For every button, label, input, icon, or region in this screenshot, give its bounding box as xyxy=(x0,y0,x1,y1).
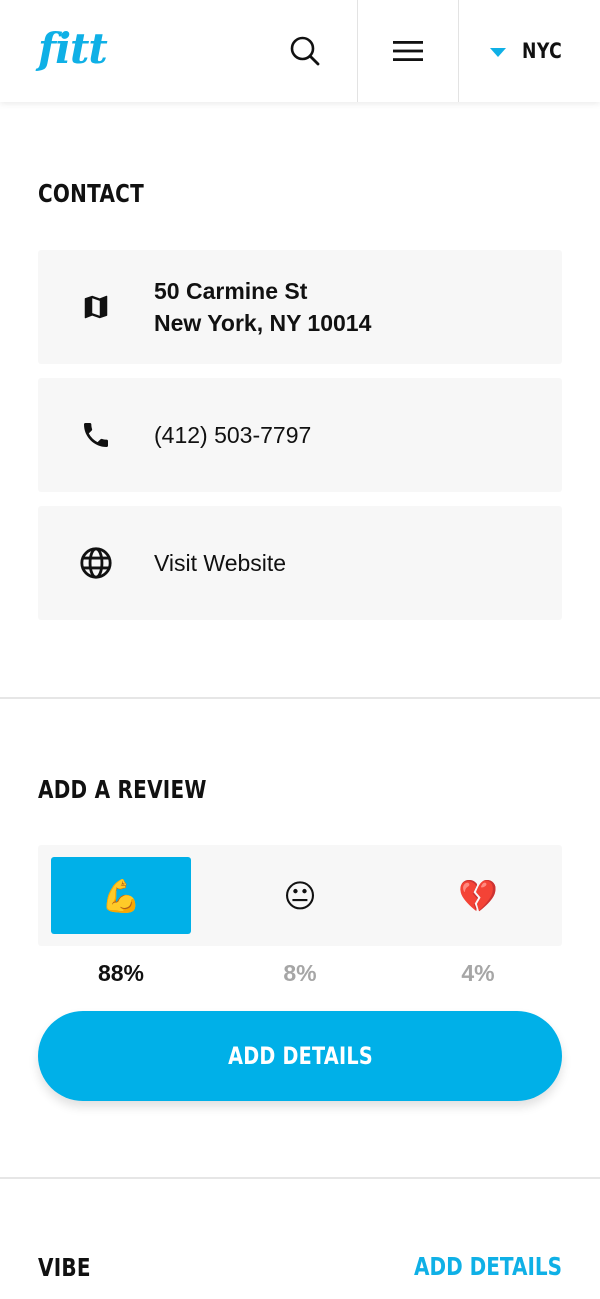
neutral-face-icon: 😐 xyxy=(283,877,317,914)
phone-icon xyxy=(78,417,114,453)
add-review-heading: ADD A REVIEW xyxy=(38,775,207,804)
website-link[interactable]: Visit Website xyxy=(154,547,286,579)
website-card[interactable]: Visit Website xyxy=(38,506,562,620)
address-card[interactable]: 50 Carmine St New York, NY 10014 xyxy=(38,250,562,364)
search-button[interactable] xyxy=(254,0,356,102)
city-selector[interactable]: NYC xyxy=(460,0,600,102)
percent-broken-heart: 4% xyxy=(461,960,495,986)
menu-button[interactable] xyxy=(357,0,459,102)
review-option-strong[interactable]: 💪 xyxy=(51,857,191,934)
top-header: fitt NYC xyxy=(0,0,600,102)
review-option-broken-heart[interactable]: 💔 xyxy=(408,857,548,934)
percent-strong: 88% xyxy=(97,960,145,986)
caret-down-icon xyxy=(489,47,506,57)
address-line-1: 50 Carmine St xyxy=(154,278,308,304)
review-options: 💪 😐 💔 xyxy=(38,845,562,946)
hamburger-menu-icon xyxy=(393,41,423,61)
globe-icon xyxy=(78,545,114,581)
add-details-label: ADD DETAILS xyxy=(227,1042,373,1070)
vibe-heading: VIBE xyxy=(38,1253,91,1282)
map-icon xyxy=(78,289,114,325)
section-divider xyxy=(0,1177,600,1179)
search-icon xyxy=(290,36,320,66)
add-details-button[interactable]: ADD DETAILS xyxy=(38,1011,562,1101)
fitt-logo[interactable]: fitt xyxy=(38,28,108,70)
broken-heart-icon: 💔 xyxy=(458,877,498,914)
address-text: 50 Carmine St New York, NY 10014 xyxy=(154,275,371,339)
percent-neutral: 8% xyxy=(283,960,317,986)
phone-card[interactable]: (412) 503-7797 xyxy=(38,378,562,492)
flexed-bicep-icon: 💪 xyxy=(101,877,141,914)
city-label: NYC xyxy=(521,39,562,63)
contact-heading: CONTACT xyxy=(38,179,144,208)
vibe-add-details-link[interactable]: ADD DETAILS xyxy=(414,1252,562,1281)
phone-number: (412) 503-7797 xyxy=(154,422,312,448)
section-divider xyxy=(0,697,600,699)
review-option-neutral[interactable]: 😐 xyxy=(230,857,370,934)
address-line-2: New York, NY 10014 xyxy=(154,310,372,336)
